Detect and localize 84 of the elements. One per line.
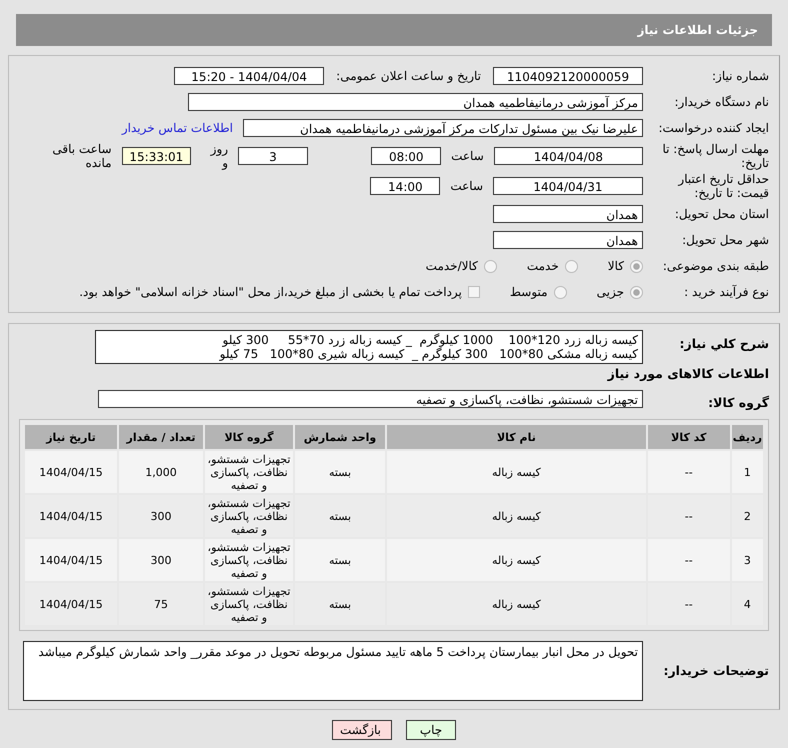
column-header: نام کالا (387, 425, 646, 449)
field-label: استان محل تحویل: (674, 207, 769, 221)
table-cell: تجهیزات شستشو، نظافت، پاکسازی و تصفیه (205, 495, 293, 537)
field-label: نام دستگاه خریدار: (674, 95, 769, 109)
need-number-field: 1104092120000059 (493, 67, 643, 85)
table-cell: بسته (295, 539, 385, 581)
field-label: شرح کلي نياز: (678, 335, 769, 351)
table-cell: بسته (295, 451, 385, 493)
field-label: شماره نیاز: (711, 69, 769, 83)
goods-group-field: تجهیزات شستشو، نظافت، پاکسازی و تصفیه (98, 390, 643, 408)
table-cell: تجهیزات شستشو، نظافت، پاکسازی و تصفیه (205, 583, 293, 625)
table-cell: 1404/04/15 (25, 583, 117, 625)
table-cell: 1 (732, 451, 763, 493)
option-label: کالا (608, 259, 624, 273)
field-label: شهر محل تحویل: (681, 233, 769, 247)
table-cell: -- (648, 583, 730, 625)
table-cell: بسته (295, 495, 385, 537)
field-label: روز و (209, 142, 228, 170)
table-cell: 3 (732, 539, 763, 581)
table-cell: تجهیزات شستشو، نظافت، پاکسازی و تصفیه (205, 451, 293, 493)
contact-link[interactable]: اطلاعات تماس خریدار (122, 121, 233, 135)
column-header: تعداد / مقدار (119, 425, 203, 449)
table-cell: 1404/04/15 (25, 451, 117, 493)
column-header: تاریخ نیاز (25, 425, 117, 449)
option-label: متوسط (510, 285, 548, 299)
table-cell: 2 (732, 495, 763, 537)
field-label: نوع فرآیند خرید : (683, 285, 769, 299)
table-cell: تجهیزات شستشو، نظافت، پاکسازی و تصفیه (205, 539, 293, 581)
table-cell: 1,000 (119, 451, 203, 493)
table-cell: 1404/04/15 (25, 539, 117, 581)
column-header: کد کالا (648, 425, 730, 449)
table-cell: کیسه زباله (387, 539, 646, 581)
column-header: واحد شمارش (295, 425, 385, 449)
column-header: گروه کالا (205, 425, 293, 449)
announce-date-field: 1404/04/04 - 15:20 (174, 67, 324, 85)
field-label: ساعت (450, 179, 483, 193)
radio-button[interactable] (630, 260, 643, 272)
table-cell: بسته (295, 583, 385, 625)
days-field: 3 (238, 147, 308, 165)
page-title: جزئیات اطلاعات نیاز (637, 23, 758, 37)
field-label: ساعت (451, 149, 484, 163)
validity-time-field: 14:00 (370, 177, 440, 195)
remaining-time-field: 15:33:01 (122, 147, 192, 165)
deadline-time-field: 08:00 (371, 147, 442, 165)
option-label: پرداخت تمام یا بخشی از مبلغ خرید،از محل "اسناد خزانه اسلامی" خواهد بود. (79, 285, 462, 299)
table-cell: کیسه زباله (387, 451, 646, 493)
field-label: تاریخ و ساعت اعلان عمومی: (336, 69, 481, 83)
table-cell: 1404/04/15 (25, 495, 117, 537)
option-label: جزیی (596, 285, 624, 299)
radio-button[interactable] (554, 286, 567, 298)
table-cell: 300 (119, 539, 203, 581)
field-label: گروه کالا: (707, 394, 769, 410)
radio-button[interactable] (564, 260, 578, 272)
description-box: کیسه زباله زرد 120*100 1000 کیلوگرم _ کیسه زباله زرد 70*55 300 کیلو کیسه زباله مشکی 80*100 300 کیلوگرم _ کیسه زباله شیری 80*100 75 کیلو (95, 330, 643, 364)
city-field: همدان (493, 231, 643, 249)
option-label: کالا/خدمت (426, 259, 478, 273)
column-header: ردیف (732, 425, 763, 449)
table-cell: -- (648, 539, 730, 581)
field-label: توضیحات خریدار: (662, 662, 769, 678)
radio-button[interactable] (484, 260, 497, 272)
field-label: طبقه بندی موضوعی: (662, 259, 769, 273)
field-label: حداقل تاریخ اعتبار قیمت: تا تاریخ: (676, 172, 769, 200)
table-cell: -- (648, 451, 730, 493)
table-cell: کیسه زباله (387, 495, 646, 537)
print-button[interactable]: چاپ (406, 720, 456, 740)
table-cell: 300 (119, 495, 203, 537)
deadline-date-field: 1404/04/08 (494, 147, 643, 165)
table-cell: -- (648, 495, 730, 537)
field-label: ایجاد کننده درخواست: (657, 121, 769, 135)
buyer-field: مرکز آموزشی درمانیفاطمیه همدان (188, 93, 643, 111)
table-cell: 4 (732, 583, 763, 625)
requester-field: علیرضا نیک بین مسئول تدارکات مرکز آموزشی درمانیفاطمیه همدان (243, 119, 643, 137)
table-cell: 75 (119, 583, 203, 625)
buyer-notes-box: تحویل در محل انبار بیمارستان پرداخت 5 ماهه تایید مسئول مربوطه تحویل در موعد مقرر_ واحد شمارش کیلوگرم میباشد (23, 641, 643, 701)
table-cell: کیسه زباله (387, 583, 646, 625)
field-label: ساعت باقی مانده (51, 142, 112, 170)
checkbox[interactable] (468, 286, 480, 298)
radio-button[interactable] (630, 286, 643, 298)
field-label: مهلت ارسال پاسخ: تا تاریخ: (661, 142, 769, 170)
section-title: اطلاعات کالاهای مورد نیاز (606, 366, 769, 381)
back-button[interactable]: بازگشت (332, 720, 392, 740)
province-field: همدان (493, 205, 643, 223)
option-label: خدمت (526, 259, 559, 273)
validity-date-field: 1404/04/31 (493, 177, 643, 195)
